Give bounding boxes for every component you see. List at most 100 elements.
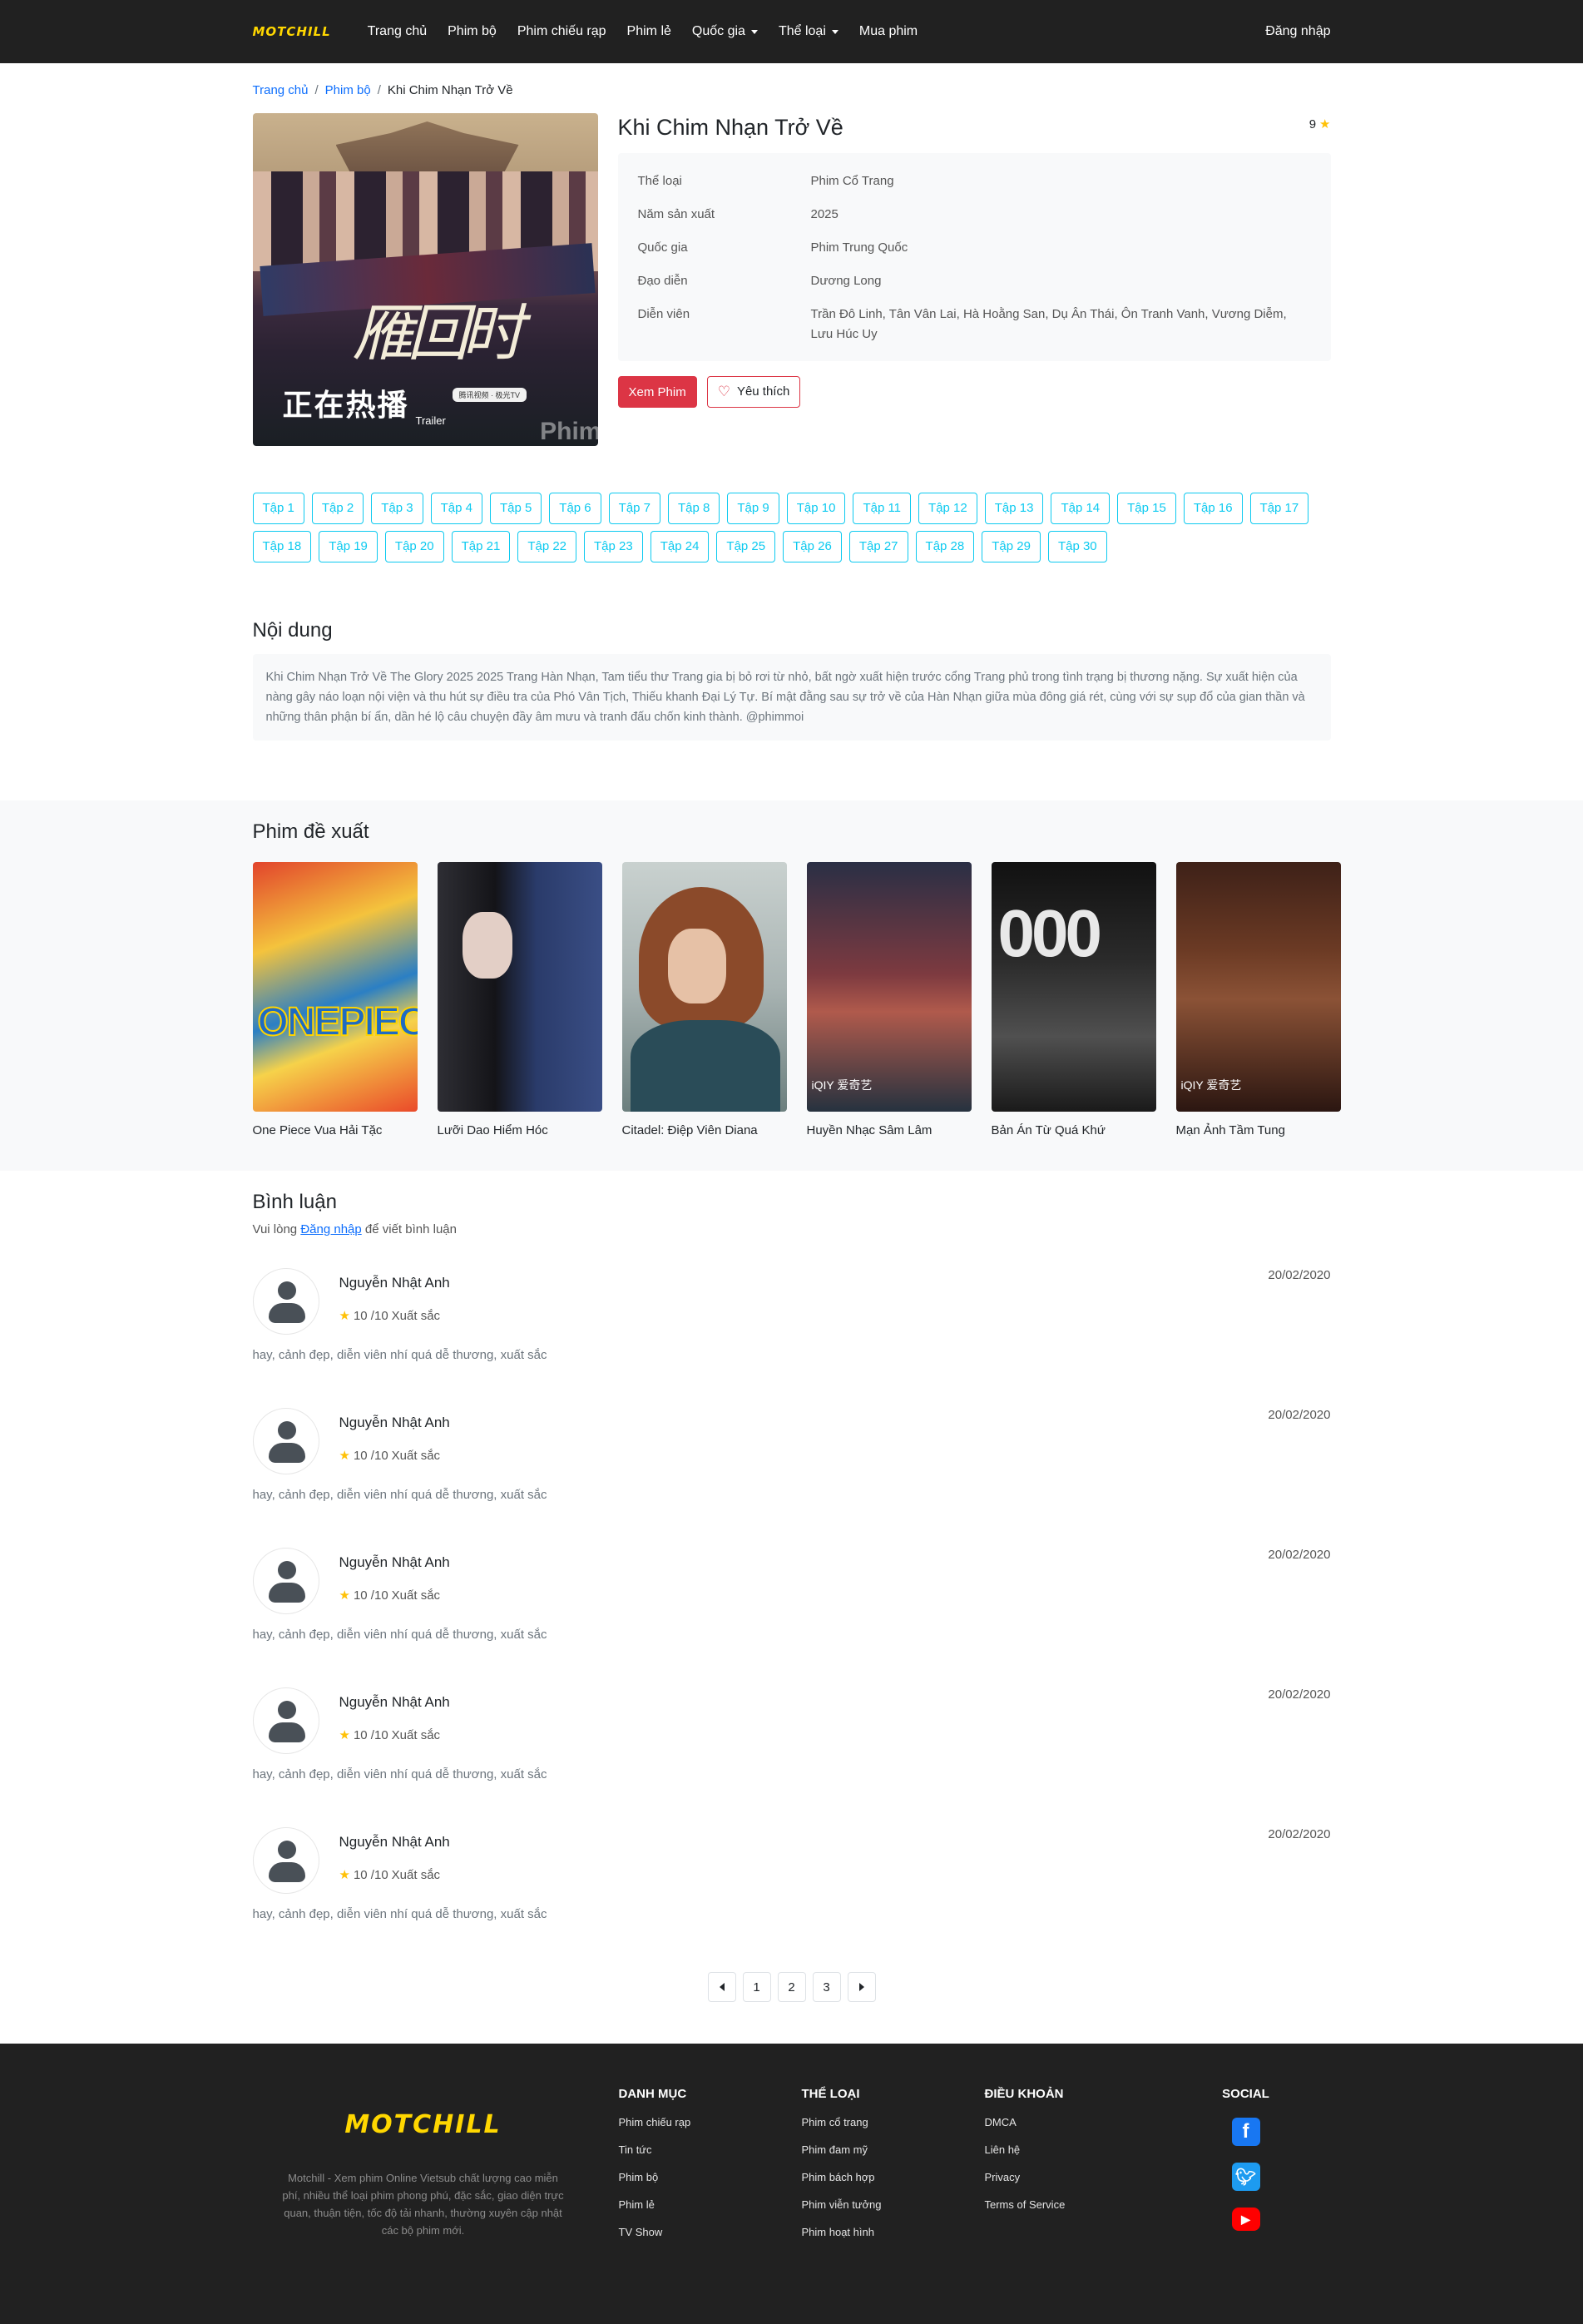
avatar [252,1687,319,1754]
page-button[interactable]: 3 [812,1972,841,2002]
footer-logo[interactable]: MOTCHILL [278,2110,569,2139]
breadcrumb-section[interactable]: Phim bộ [325,83,371,113]
facebook-icon[interactable]: f [1231,2118,1260,2146]
comment-login-link[interactable]: Đăng nhập [300,1222,361,1236]
movie-card-title[interactable]: Lưỡi Dao Hiểm Hóc [438,1123,602,1137]
episode-button[interactable]: Tập 16 [1183,493,1243,524]
episode-button[interactable]: Tập 9 [727,493,779,524]
movie-card[interactable]: iQIY 爱奇艺 Mạn Ảnh Tầm Tung [1175,862,1341,1137]
episode-button[interactable]: Tập 10 [786,493,846,524]
footer-link[interactable]: Phim lẻ [619,2198,691,2211]
movie-card[interactable]: 000 Bản Án Từ Quá Khứ [991,862,1156,1137]
episode-button[interactable]: Tập 4 [430,493,482,524]
footer-link[interactable]: Phim hoạt hình [802,2226,882,2238]
footer-link[interactable]: Liên hệ [985,2143,1066,2156]
movie-card[interactable]: iQIY 爱奇艺 Huyền Nhạc Sâm Lâm [806,862,972,1137]
movie-thumbnail[interactable]: 000 [991,862,1156,1112]
movie-card[interactable]: ONEPIECE One Piece Vua Hải Tặc [252,862,418,1137]
episode-button[interactable]: Tập 2 [311,493,364,524]
comment-author: Nguyễn Nhật Anh [339,1554,450,1570]
suggestions-title: Phim đề xuất [252,820,369,843]
episode-button[interactable]: Tập 25 [716,531,776,562]
nav-item-country[interactable]: Quốc gia [692,24,758,39]
movie-details: Thể loại Phim Cổ Trang Năm sản xuất 2025 Q… [617,153,1331,361]
nav-label: Thể loại [778,24,826,38]
movie-thumbnail[interactable]: iQIY 爱奇艺 [806,862,972,1112]
page-button[interactable]: 2 [777,1972,806,2002]
movie-card[interactable]: Lưỡi Dao Hiểm Hóc [437,862,602,1137]
next-page-button[interactable] [847,1972,876,2002]
episode-button[interactable]: Tập 13 [984,493,1044,524]
avatar-head [277,1421,296,1439]
movie-card-title[interactable]: Bản Án Từ Quá Khứ [992,1123,1156,1137]
site-logo[interactable]: MOTCHILL [253,24,331,39]
episode-button[interactable]: Tập 7 [608,493,661,524]
episode-button[interactable]: Tập 12 [918,493,977,524]
footer-link[interactable]: Phim bách hợp [802,2171,882,2183]
nav-item-series[interactable]: Phim bộ [448,24,497,39]
episode-button[interactable]: Tập 21 [451,531,511,562]
footer-link[interactable]: Privacy [985,2171,1066,2183]
movie-card-title[interactable]: Mạn Ảnh Tầm Tung [1176,1123,1341,1137]
episode-button[interactable]: Tập 20 [384,531,444,562]
footer-link[interactable]: Phim viễn tưởng [802,2198,882,2211]
episode-button[interactable]: Tập 26 [783,531,842,562]
episode-button[interactable]: Tập 3 [371,493,423,524]
movie-thumbnail[interactable] [437,862,602,1112]
detail-value: Dương Long [810,274,882,288]
episode-button[interactable]: Tập 17 [1249,493,1309,524]
episode-button[interactable]: Tập 18 [252,531,312,562]
breadcrumb-home[interactable]: Trang chủ [253,83,309,113]
nav-item-movies[interactable]: Phim lẻ [627,24,671,39]
episode-button[interactable]: Tập 8 [668,493,720,524]
footer-link[interactable]: DMCA [985,2116,1066,2128]
detail-value: Trần Đô Linh, Tân Vân Lai, Hà Hoằng San,… [810,307,1287,341]
nav-item-home[interactable]: Trang chủ [368,24,427,39]
footer-link[interactable]: Phim đam mỹ [802,2143,882,2156]
page-button[interactable]: 1 [742,1972,771,2002]
episode-button[interactable]: Tập 15 [1117,493,1176,524]
episode-button[interactable]: Tập 29 [982,531,1041,562]
comment-text: hay, cảnh đẹp, diễn viên nhí quá dễ thươ… [252,1907,547,1921]
episode-button[interactable]: Tập 23 [584,531,643,562]
watch-button[interactable]: Xem Phim [617,376,697,408]
footer-link[interactable]: Tin tức [619,2143,691,2156]
episode-button[interactable]: Tập 30 [1047,531,1107,562]
footer-link[interactable]: Phim cổ trang [802,2116,882,2128]
footer-link[interactable]: Phim bộ [619,2171,691,2183]
avatar-body [268,1443,305,1463]
movie-thumbnail[interactable]: iQIY 爱奇艺 [1175,862,1341,1112]
episode-button[interactable]: Tập 27 [848,531,908,562]
episode-button[interactable]: Tập 1 [252,493,304,524]
comment-rating: ★ 10 /10 Xuất sắc [339,1308,441,1324]
movie-header: 雁回时 腾讯视频 · 极光TV 正在热播 Trailer Phim Khi Ch… [252,113,1331,446]
detail-row-country: Quốc gia Phim Trung Quốc [638,238,1311,258]
episode-button[interactable]: Tập 28 [915,531,975,562]
nav-item-genre[interactable]: Thể loại [779,24,838,39]
episode-button[interactable]: Tập 24 [650,531,710,562]
nav-item-buy[interactable]: Mua phim [859,24,918,39]
movie-card-title[interactable]: Huyền Nhạc Sâm Lâm [807,1123,972,1137]
movie-thumbnail[interactable] [621,862,787,1112]
movie-thumbnail[interactable]: ONEPIECE [252,862,418,1112]
twitter-icon[interactable]: 🐦︎ [1231,2163,1260,2191]
movie-card-title[interactable]: Citadel: Điệp Viên Diana [622,1123,787,1137]
movie-card-title[interactable]: One Piece Vua Hải Tặc [253,1123,418,1137]
episode-button[interactable]: Tập 14 [1051,493,1111,524]
episode-button[interactable]: Tập 19 [319,531,378,562]
detail-value: Phim Cổ Trang [810,174,894,188]
favorite-button[interactable]: ♡ Yêu thích [706,376,801,408]
nav-item-cinema[interactable]: Phim chiếu rạp [517,24,606,39]
movie-card[interactable]: Citadel: Điệp Viên Diana [621,862,787,1137]
episode-button[interactable]: Tập 6 [549,493,601,524]
footer-link[interactable]: Phim chiếu rạp [619,2116,691,2128]
youtube-icon[interactable]: ▶ [1231,2208,1260,2231]
episode-button[interactable]: Tập 22 [517,531,577,562]
footer-link[interactable]: Terms of Service [985,2198,1066,2211]
episode-button[interactable]: Tập 5 [489,493,542,524]
comment-score-label: Xuất sắc [391,1448,441,1463]
login-link[interactable]: Đăng nhập [1265,24,1330,39]
prev-page-button[interactable] [707,1972,736,2002]
footer-link[interactable]: TV Show [619,2226,691,2238]
episode-button[interactable]: Tập 11 [853,493,912,524]
